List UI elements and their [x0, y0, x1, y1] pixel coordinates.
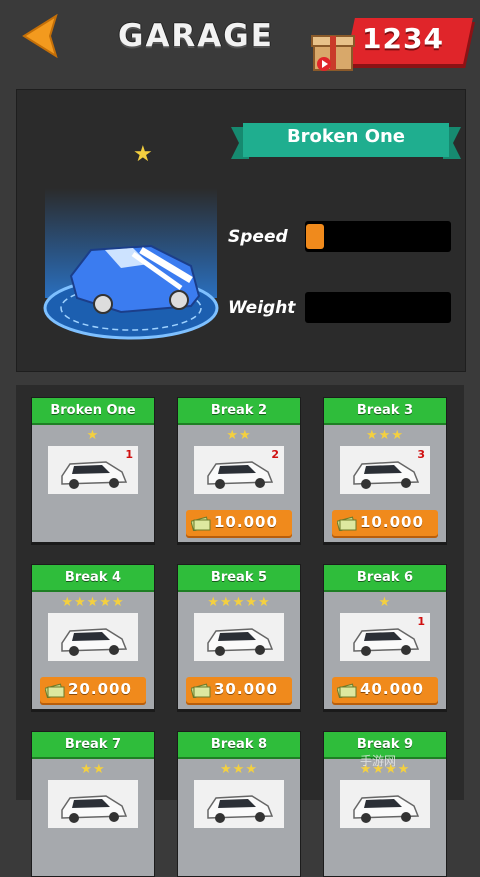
car-card-title: Break 3: [324, 398, 446, 425]
coin-counter[interactable]: 1234: [310, 14, 473, 74]
car-card-stars: ★: [32, 428, 154, 443]
car-price: 10.000: [214, 513, 278, 531]
star-icon: ★: [86, 595, 100, 610]
buy-car-button[interactable]: 40.000: [332, 677, 438, 705]
coin-amount: 1234: [362, 22, 444, 55]
watermark: 手游网: [360, 754, 397, 768]
car-card[interactable]: Break 4 ★★★★★ 20.000: [31, 564, 155, 710]
car-card-title: Break 5: [178, 565, 300, 592]
star-icon: ★: [378, 595, 392, 610]
car-card[interactable]: Break 3 ★★★ 3 10.000: [323, 397, 447, 543]
car-image-icon: [61, 795, 128, 823]
star-icon: ★: [239, 428, 252, 443]
car-card[interactable]: Break 6 ★ 1 40.000: [323, 564, 447, 710]
car-image-icon: [207, 795, 274, 823]
car-card-badge: 3: [417, 448, 425, 461]
star-icon: ★: [391, 428, 404, 443]
gift-icon[interactable]: [310, 28, 360, 74]
star-icon: ★: [111, 595, 125, 610]
car-thumbnail: [48, 613, 138, 661]
car-thumbnail: [194, 780, 284, 828]
car-card[interactable]: Break 5 ★★★★★ 30.000: [177, 564, 301, 710]
star-icon: ★: [366, 428, 379, 443]
cash-icon: [191, 683, 211, 698]
star-icon: ★: [232, 595, 246, 610]
top-bar: GARAGE 1234: [0, 0, 480, 80]
star-icon: ★: [397, 762, 411, 777]
cash-icon: [191, 516, 211, 531]
car-card-title: Broken One: [32, 398, 154, 425]
car-card-badge: 2: [271, 448, 279, 461]
selected-car-panel: ★ Broken One Speed Weight: [16, 89, 466, 372]
cash-icon: [337, 683, 357, 698]
star-icon: ★: [257, 595, 271, 610]
car-card-stars: ★★: [32, 762, 154, 777]
car-card-badge: 1: [125, 448, 133, 461]
buy-car-button[interactable]: 20.000: [40, 677, 146, 705]
car-card-title: Break 8: [178, 732, 300, 759]
star-icon: ★: [245, 762, 258, 777]
star-icon: ★: [226, 428, 239, 443]
speed-bar: [305, 221, 451, 252]
car-card-stars: ★★★: [324, 428, 446, 443]
star-icon: ★: [232, 762, 246, 777]
car-card-stars: ★★★: [178, 762, 300, 777]
star-icon: ★: [74, 595, 87, 610]
speed-bar-fill: [306, 224, 324, 249]
weight-label: Weight: [228, 298, 296, 318]
buy-car-button[interactable]: 30.000: [186, 677, 292, 705]
star-icon: ★: [207, 595, 221, 610]
car-image-icon: [61, 628, 128, 656]
car-thumbnail: 3: [340, 446, 430, 494]
car-image-icon: [353, 795, 420, 823]
cash-icon: [337, 516, 357, 531]
car-grid: Broken One ★ 1 Break 2 ★★ 2 10.000 Break 3 ★★★ 3 1…: [16, 385, 464, 877]
car-thumbnail: [340, 780, 430, 828]
speed-label: Speed: [228, 227, 288, 247]
car-showcase: [43, 188, 219, 340]
buy-car-button[interactable]: 10.000: [332, 510, 438, 538]
car-price: 20.000: [68, 680, 132, 698]
car-thumbnail: [194, 613, 284, 661]
car-card-title: Break 7: [32, 732, 154, 759]
car-thumbnail: 2: [194, 446, 284, 494]
car-price: 40.000: [360, 680, 424, 698]
star-icon: ★: [220, 762, 233, 777]
car-thumbnail: [48, 780, 138, 828]
star-icon: ★: [80, 762, 93, 777]
car-card-badge: 1: [417, 615, 425, 628]
weight-bar: [305, 292, 451, 323]
car-card-stars: ★: [324, 595, 446, 610]
car-card[interactable]: Break 8 ★★★: [177, 731, 301, 877]
car-thumbnail: 1: [340, 613, 430, 661]
cash-icon: [45, 683, 65, 698]
car-card-title: Break 4: [32, 565, 154, 592]
car-card-stars: ★★: [178, 428, 300, 443]
selected-car-name: Broken One: [286, 126, 406, 147]
car-card-title: Break 2: [178, 398, 300, 425]
star-icon: ★: [61, 595, 75, 610]
star-icon: ★: [93, 762, 106, 777]
selected-car-star-icon: ★: [133, 142, 153, 167]
car-card[interactable]: Break 7 ★★: [31, 731, 155, 877]
star-icon: ★: [378, 428, 392, 443]
car-thumbnail: 1: [48, 446, 138, 494]
star-icon: ★: [245, 595, 258, 610]
car-card[interactable]: Break 2 ★★ 2 10.000: [177, 397, 301, 543]
car-card-stars: ★★★★★: [178, 595, 300, 610]
car-image-icon: [207, 628, 274, 656]
buy-car-button[interactable]: 10.000: [186, 510, 292, 538]
star-icon: ★: [220, 595, 233, 610]
car-card-stars: ★★★★★: [32, 595, 154, 610]
car-price: 10.000: [360, 513, 424, 531]
car-card[interactable]: Broken One ★ 1: [31, 397, 155, 543]
back-arrow-icon[interactable]: [20, 14, 60, 58]
page-title: GARAGE: [118, 18, 274, 54]
star-icon: ★: [86, 428, 100, 443]
car-price: 30.000: [214, 680, 278, 698]
car-card-title: Break 6: [324, 565, 446, 592]
star-icon: ★: [99, 595, 112, 610]
